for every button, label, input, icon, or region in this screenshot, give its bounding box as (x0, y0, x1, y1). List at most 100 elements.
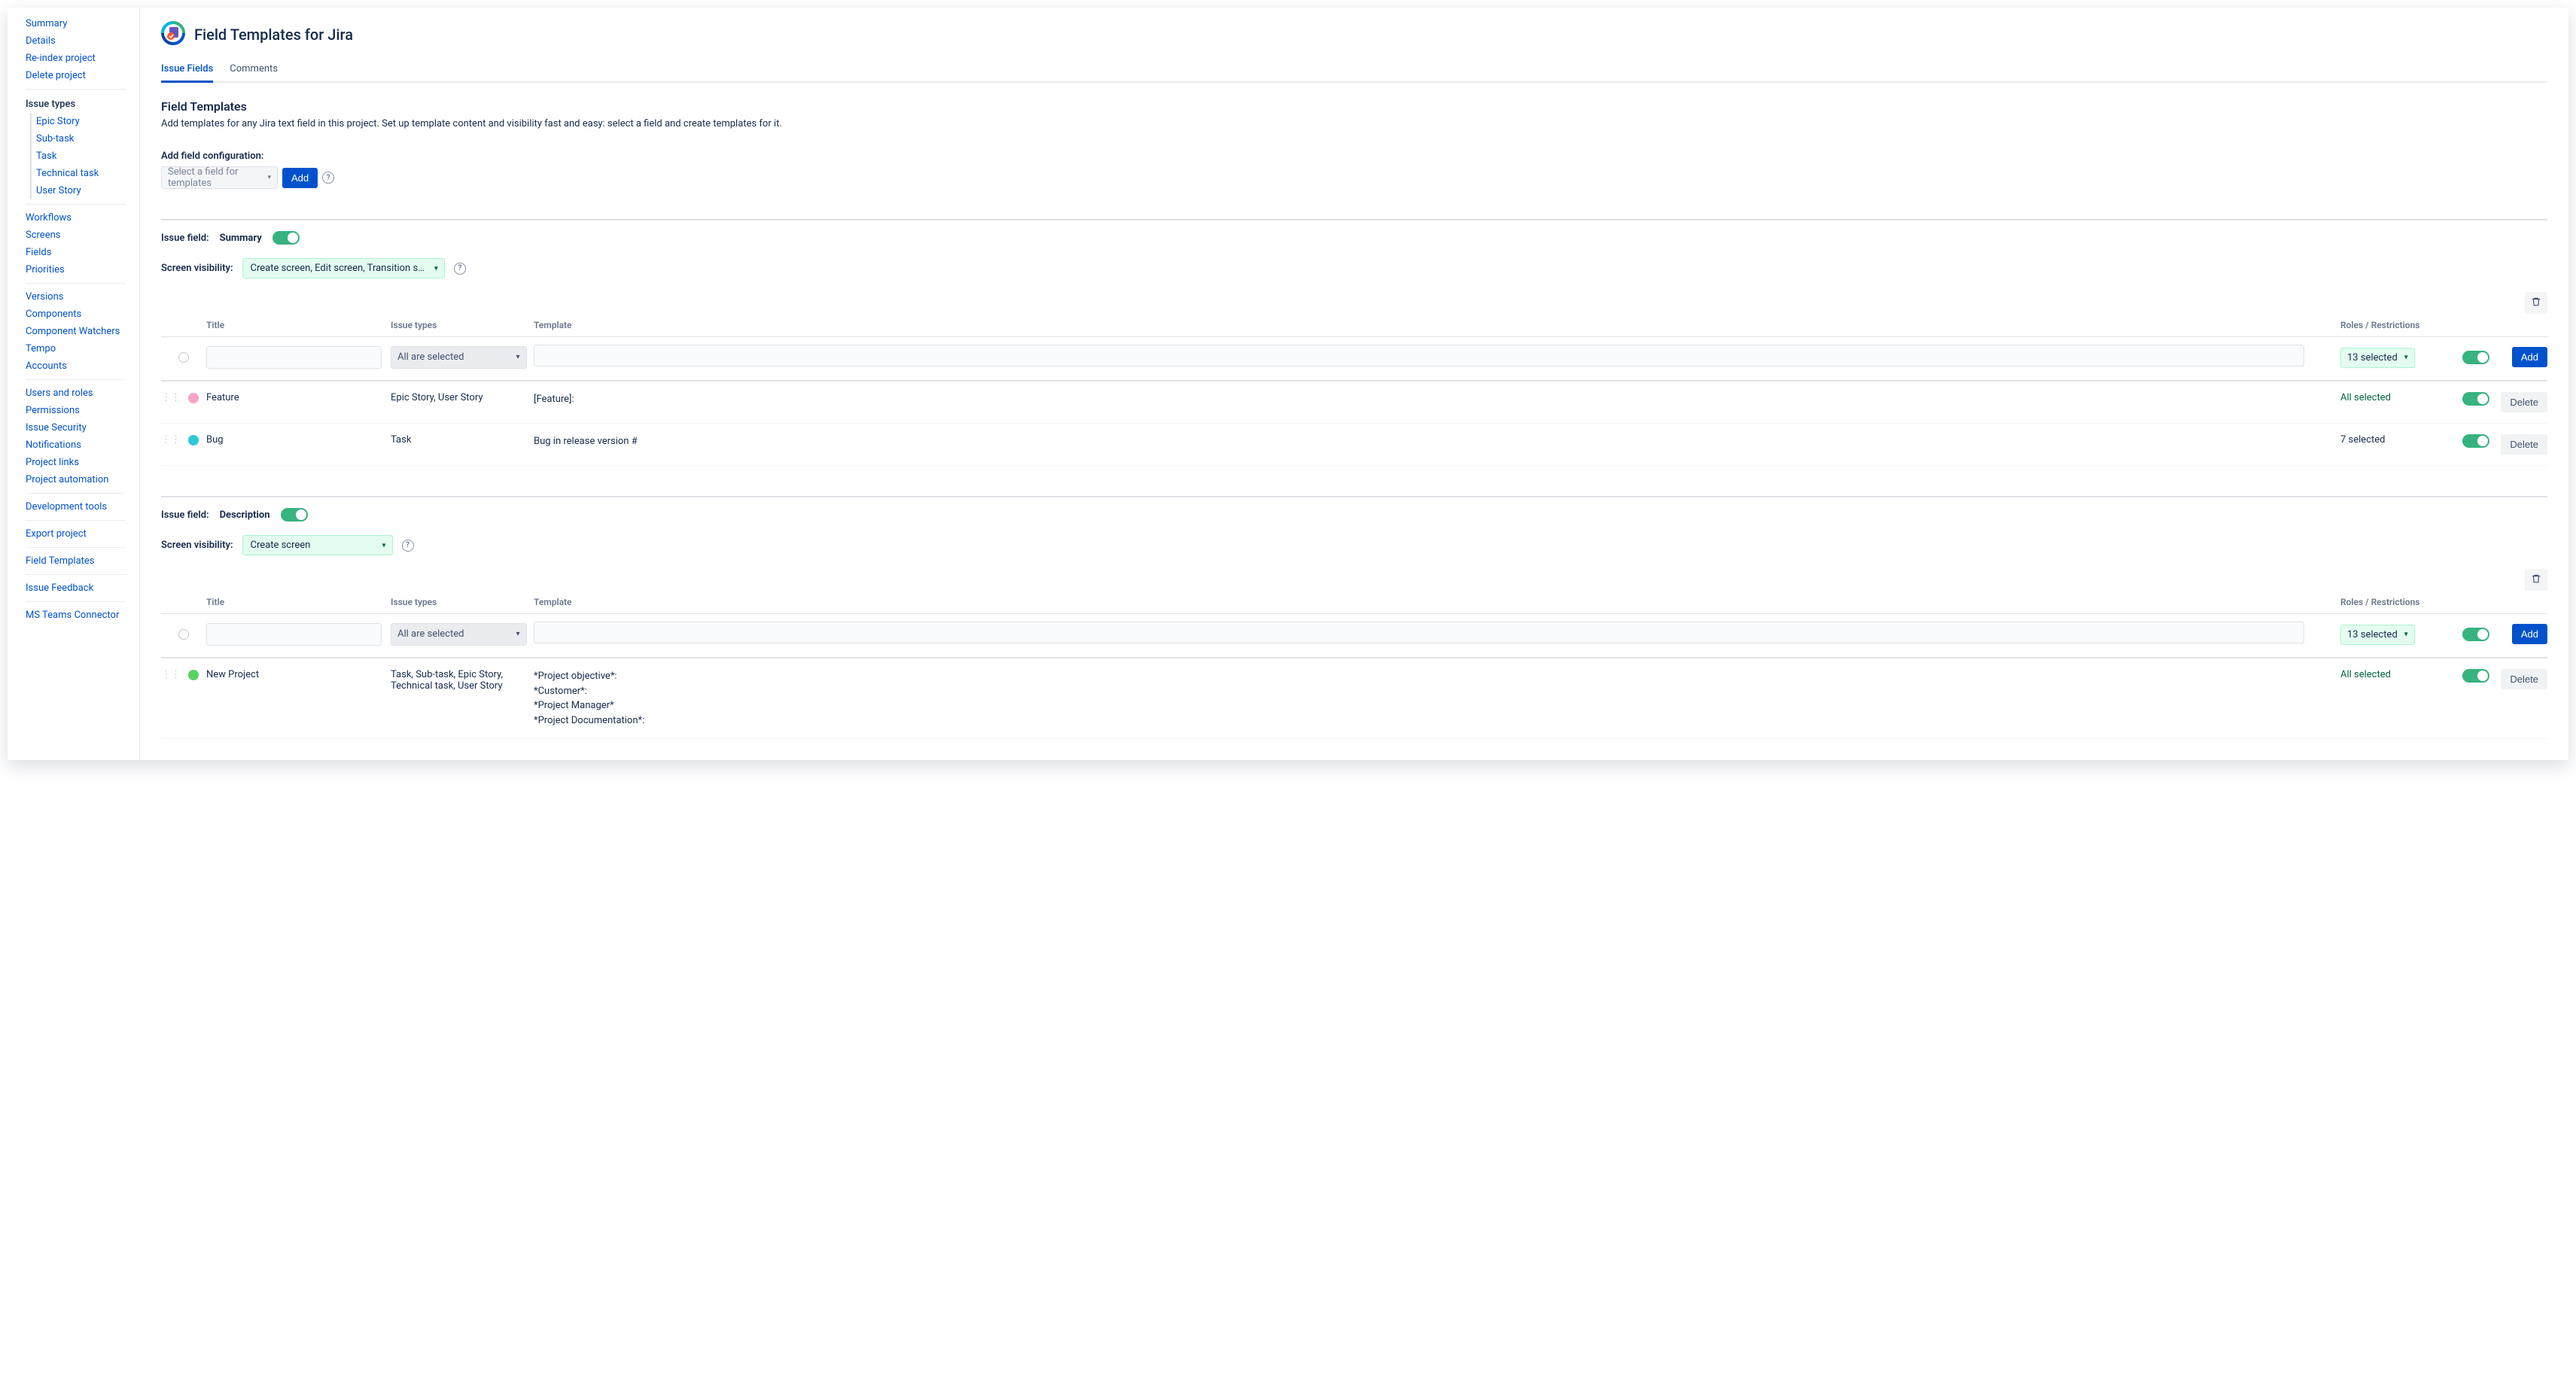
sidebar-item[interactable]: Issue Feedback (8, 579, 139, 597)
sidebar-item[interactable]: MS Teams Connector (8, 607, 139, 624)
sidebar-item[interactable]: Users and roles (8, 385, 139, 402)
issue-field-name: Description (220, 509, 270, 521)
section-title: Field Templates (161, 99, 2547, 114)
sidebar-item[interactable]: Permissions (8, 402, 139, 419)
sidebar-section-issue-types: Issue types (8, 94, 139, 113)
row-roles: All selected (2340, 392, 2450, 403)
sidebar-item[interactable]: Project links (8, 454, 139, 471)
row-enabled-toggle[interactable] (2462, 669, 2489, 683)
field-enabled-toggle[interactable] (281, 508, 308, 522)
tab-issue-fields[interactable]: Issue Fields (161, 59, 213, 83)
delete-field-button[interactable] (2525, 569, 2547, 591)
add-config-button[interactable]: Add (282, 168, 318, 188)
issue-field-label: Issue field: (161, 509, 209, 521)
row-roles: 7 selected (2340, 434, 2450, 446)
color-picker-empty[interactable] (178, 629, 189, 640)
chevron-down-icon: ▾ (267, 174, 271, 181)
sidebar-item[interactable]: Accounts (8, 357, 139, 375)
title-input[interactable] (206, 623, 382, 646)
title-input[interactable] (206, 346, 382, 369)
drag-handle-icon[interactable]: ⋮⋮ (161, 392, 170, 403)
col-title: Title (206, 597, 391, 607)
field-block: Issue field: Description Screen visibili… (161, 496, 2547, 739)
page-title: Field Templates for Jira (194, 26, 353, 44)
sidebar-item[interactable]: Field Templates (8, 552, 139, 570)
row-title: Feature (206, 392, 391, 403)
sidebar-item[interactable]: Summary (8, 15, 139, 32)
sidebar-item[interactable]: Priorities (8, 261, 139, 278)
drag-handle-icon[interactable]: ⋮⋮ (161, 434, 170, 446)
sidebar-item[interactable]: User Story (8, 182, 139, 199)
sidebar-item[interactable]: Component Watchers (8, 323, 139, 340)
row-issue-types: Task (391, 434, 534, 446)
help-icon[interactable]: ? (322, 172, 334, 184)
sidebar-item[interactable]: Screens (8, 227, 139, 244)
sidebar-item[interactable]: Versions (8, 288, 139, 306)
sidebar-item[interactable]: Fields (8, 244, 139, 261)
sidebar-item[interactable]: Sub-task (8, 130, 139, 148)
drag-handle-icon[interactable]: ⋮⋮ (161, 669, 170, 680)
delete-row-button[interactable]: Delete (2501, 669, 2547, 689)
row-enabled-toggle[interactable] (2462, 628, 2489, 641)
sidebar-item[interactable]: Export project (8, 525, 139, 543)
field-enabled-toggle[interactable] (273, 231, 300, 245)
sidebar-item[interactable]: Components (8, 306, 139, 323)
sidebar-item[interactable]: Delete project (8, 67, 139, 84)
help-icon[interactable]: ? (454, 263, 466, 275)
screen-visibility-select[interactable]: Create screen, Edit screen, Transition s… (242, 258, 445, 278)
issue-types-select[interactable]: All are selected (391, 346, 527, 369)
screen-visibility-label: Screen visibility: (161, 263, 233, 274)
color-picker-empty[interactable] (178, 352, 189, 363)
row-issue-types: Task, Sub-task, Epic Story, Technical ta… (391, 669, 534, 692)
row-issue-types: Epic Story, User Story (391, 392, 534, 403)
add-row-button[interactable]: Add (2512, 347, 2547, 367)
delete-row-button[interactable]: Delete (2501, 392, 2547, 412)
row-template: *Project objective*: *Customer*: *Projec… (534, 669, 2340, 728)
sidebar: Summary Details Re-index project Delete … (8, 8, 139, 760)
section-description: Add templates for any Jira text field in… (161, 118, 2547, 129)
row-enabled-toggle[interactable] (2462, 434, 2489, 448)
delete-row-button[interactable]: Delete (2501, 434, 2547, 455)
field-select[interactable]: Select a field for templates ▾ (161, 166, 278, 189)
row-enabled-toggle[interactable] (2462, 351, 2489, 364)
screen-visibility-select[interactable]: Create screen (242, 535, 393, 555)
template-input[interactable] (534, 622, 2304, 643)
row-color-dot (188, 393, 199, 403)
tab-comments[interactable]: Comments (230, 59, 278, 81)
row-template: [Feature]: (534, 392, 2340, 407)
sidebar-item[interactable]: Epic Story (8, 113, 139, 130)
issue-types-select[interactable]: All are selected (391, 623, 527, 646)
sidebar-item[interactable]: Issue Security (8, 419, 139, 436)
template-input[interactable] (534, 345, 2304, 366)
roles-select[interactable]: 13 selected (2340, 348, 2415, 368)
delete-field-button[interactable] (2525, 292, 2547, 314)
field-select-placeholder: Select a field for templates (168, 166, 266, 189)
sidebar-item[interactable]: Workflows (8, 209, 139, 227)
sidebar-item[interactable]: Project automation (8, 471, 139, 488)
sidebar-item[interactable]: Development tools (8, 498, 139, 516)
sidebar-item[interactable]: Notifications (8, 436, 139, 454)
table-row: ⋮⋮ Bug Task Bug in release version # 7 s… (161, 424, 2547, 466)
trash-icon (2531, 573, 2541, 584)
col-roles: Roles / Restrictions (2340, 597, 2450, 607)
sidebar-item[interactable]: Details (8, 32, 139, 50)
col-template: Template (534, 320, 2340, 330)
sidebar-item[interactable]: Re-index project (8, 50, 139, 67)
sidebar-item[interactable]: Technical task (8, 165, 139, 182)
col-roles: Roles / Restrictions (2340, 320, 2450, 330)
sidebar-item[interactable]: Task (8, 148, 139, 165)
col-issue-types: Issue types (391, 320, 534, 330)
tabs: Issue Fields Comments (161, 59, 2547, 83)
app-logo-icon (161, 21, 185, 48)
roles-select[interactable]: 13 selected (2340, 625, 2415, 645)
field-block: Issue field: Summary Screen visibility: … (161, 219, 2547, 466)
issue-field-label: Issue field: (161, 233, 209, 244)
add-row-button[interactable]: Add (2512, 624, 2547, 644)
help-icon[interactable]: ? (402, 540, 414, 552)
col-title: Title (206, 320, 391, 330)
sidebar-item[interactable]: Tempo (8, 340, 139, 357)
table-row: ⋮⋮ New Project Task, Sub-task, Epic Stor… (161, 658, 2547, 739)
row-enabled-toggle[interactable] (2462, 392, 2489, 406)
screen-visibility-label: Screen visibility: (161, 540, 233, 551)
row-title: New Project (206, 669, 391, 680)
